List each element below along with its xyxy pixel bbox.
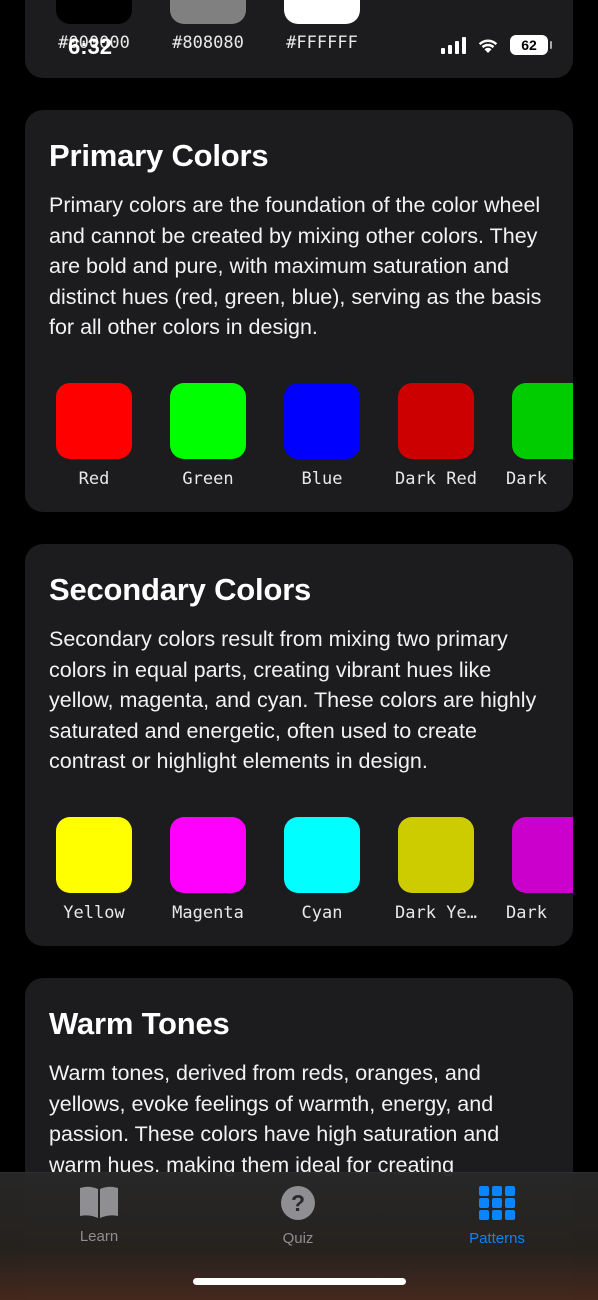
section-title: Warm Tones: [49, 1006, 230, 1041]
swatch-item[interactable]: Blue: [284, 383, 360, 489]
swatch-color[interactable]: [170, 817, 246, 893]
swatch-label: Red: [78, 469, 110, 489]
swatch-label: Dark: [506, 469, 547, 489]
cellular-signal-icon: [441, 36, 466, 54]
swatch-label: Magenta: [172, 903, 244, 923]
swatch-color[interactable]: [398, 817, 474, 893]
swatch-item[interactable]: Dark Ye…: [395, 817, 477, 923]
tab-label: Quiz: [282, 1230, 314, 1247]
section-description: Warm tones, derived from reds, oranges, …: [49, 1061, 500, 1177]
swatch-hex-label: #808080: [172, 33, 244, 53]
question-icon: ?: [281, 1186, 315, 1220]
tab-label: Patterns: [469, 1230, 525, 1247]
swatch-item[interactable]: Dark: [506, 817, 573, 923]
swatch-item[interactable]: Green: [170, 383, 246, 489]
swatch-item[interactable]: Red: [56, 383, 132, 489]
swatch-color[interactable]: [512, 383, 573, 459]
tab-learn[interactable]: Learn: [39, 1185, 159, 1245]
book-icon: [80, 1186, 118, 1218]
swatch-color[interactable]: [56, 383, 132, 459]
tab-label: Learn: [79, 1228, 119, 1245]
swatch-label: Blue: [301, 469, 343, 489]
swatch-gray[interactable]: [170, 0, 246, 24]
secondary-swatch-row[interactable]: Yellow Magenta Cyan Dark Ye… Dark: [56, 817, 573, 937]
battery-icon: 62: [510, 35, 552, 55]
section-description: Secondary colors result from mixing two …: [49, 627, 537, 774]
swatch-color[interactable]: [56, 817, 132, 893]
svg-text:?: ?: [291, 1190, 305, 1216]
secondary-colors-card: Secondary Colors Secondary colors result…: [25, 544, 573, 946]
tab-patterns[interactable]: Patterns: [437, 1185, 557, 1247]
swatch-color[interactable]: [284, 817, 360, 893]
swatch-label: Green: [182, 469, 234, 489]
status-time: 6:32: [68, 34, 113, 59]
home-indicator[interactable]: [193, 1278, 406, 1285]
swatch-hex-label: #FFFFFF: [286, 33, 358, 53]
tab-quiz[interactable]: ? Quiz: [238, 1185, 358, 1247]
primary-colors-card: Primary Colors Primary colors are the fo…: [25, 110, 573, 512]
swatch-label: Yellow: [63, 903, 125, 923]
status-icons: 62: [441, 35, 552, 55]
swatch-item[interactable]: Yellow: [56, 817, 132, 923]
section-title: Primary Colors: [49, 138, 269, 173]
swatch-color[interactable]: [398, 383, 474, 459]
swatch-color[interactable]: [284, 383, 360, 459]
wifi-icon: [478, 39, 498, 53]
swatch-color[interactable]: [170, 383, 246, 459]
swatch-item[interactable]: Dark Red: [395, 383, 477, 489]
swatch-item[interactable]: Magenta: [170, 817, 246, 923]
section-description: Primary colors are the foundation of the…: [49, 193, 542, 340]
swatch-label: Dark: [506, 903, 547, 923]
swatch-label: Dark Ye…: [395, 903, 477, 923]
swatch-color[interactable]: [512, 817, 573, 893]
grid-icon: [479, 1186, 515, 1220]
swatch-label: Cyan: [301, 903, 343, 923]
swatch-black[interactable]: [56, 0, 132, 24]
swatch-item[interactable]: Dark: [506, 383, 573, 489]
section-title: Secondary Colors: [49, 572, 312, 607]
swatch-label: Dark Red: [395, 469, 477, 489]
swatch-white[interactable]: [284, 0, 360, 24]
primary-swatch-row[interactable]: Red Green Blue Dark Red Dark: [56, 383, 573, 503]
swatch-item[interactable]: Cyan: [284, 817, 360, 923]
